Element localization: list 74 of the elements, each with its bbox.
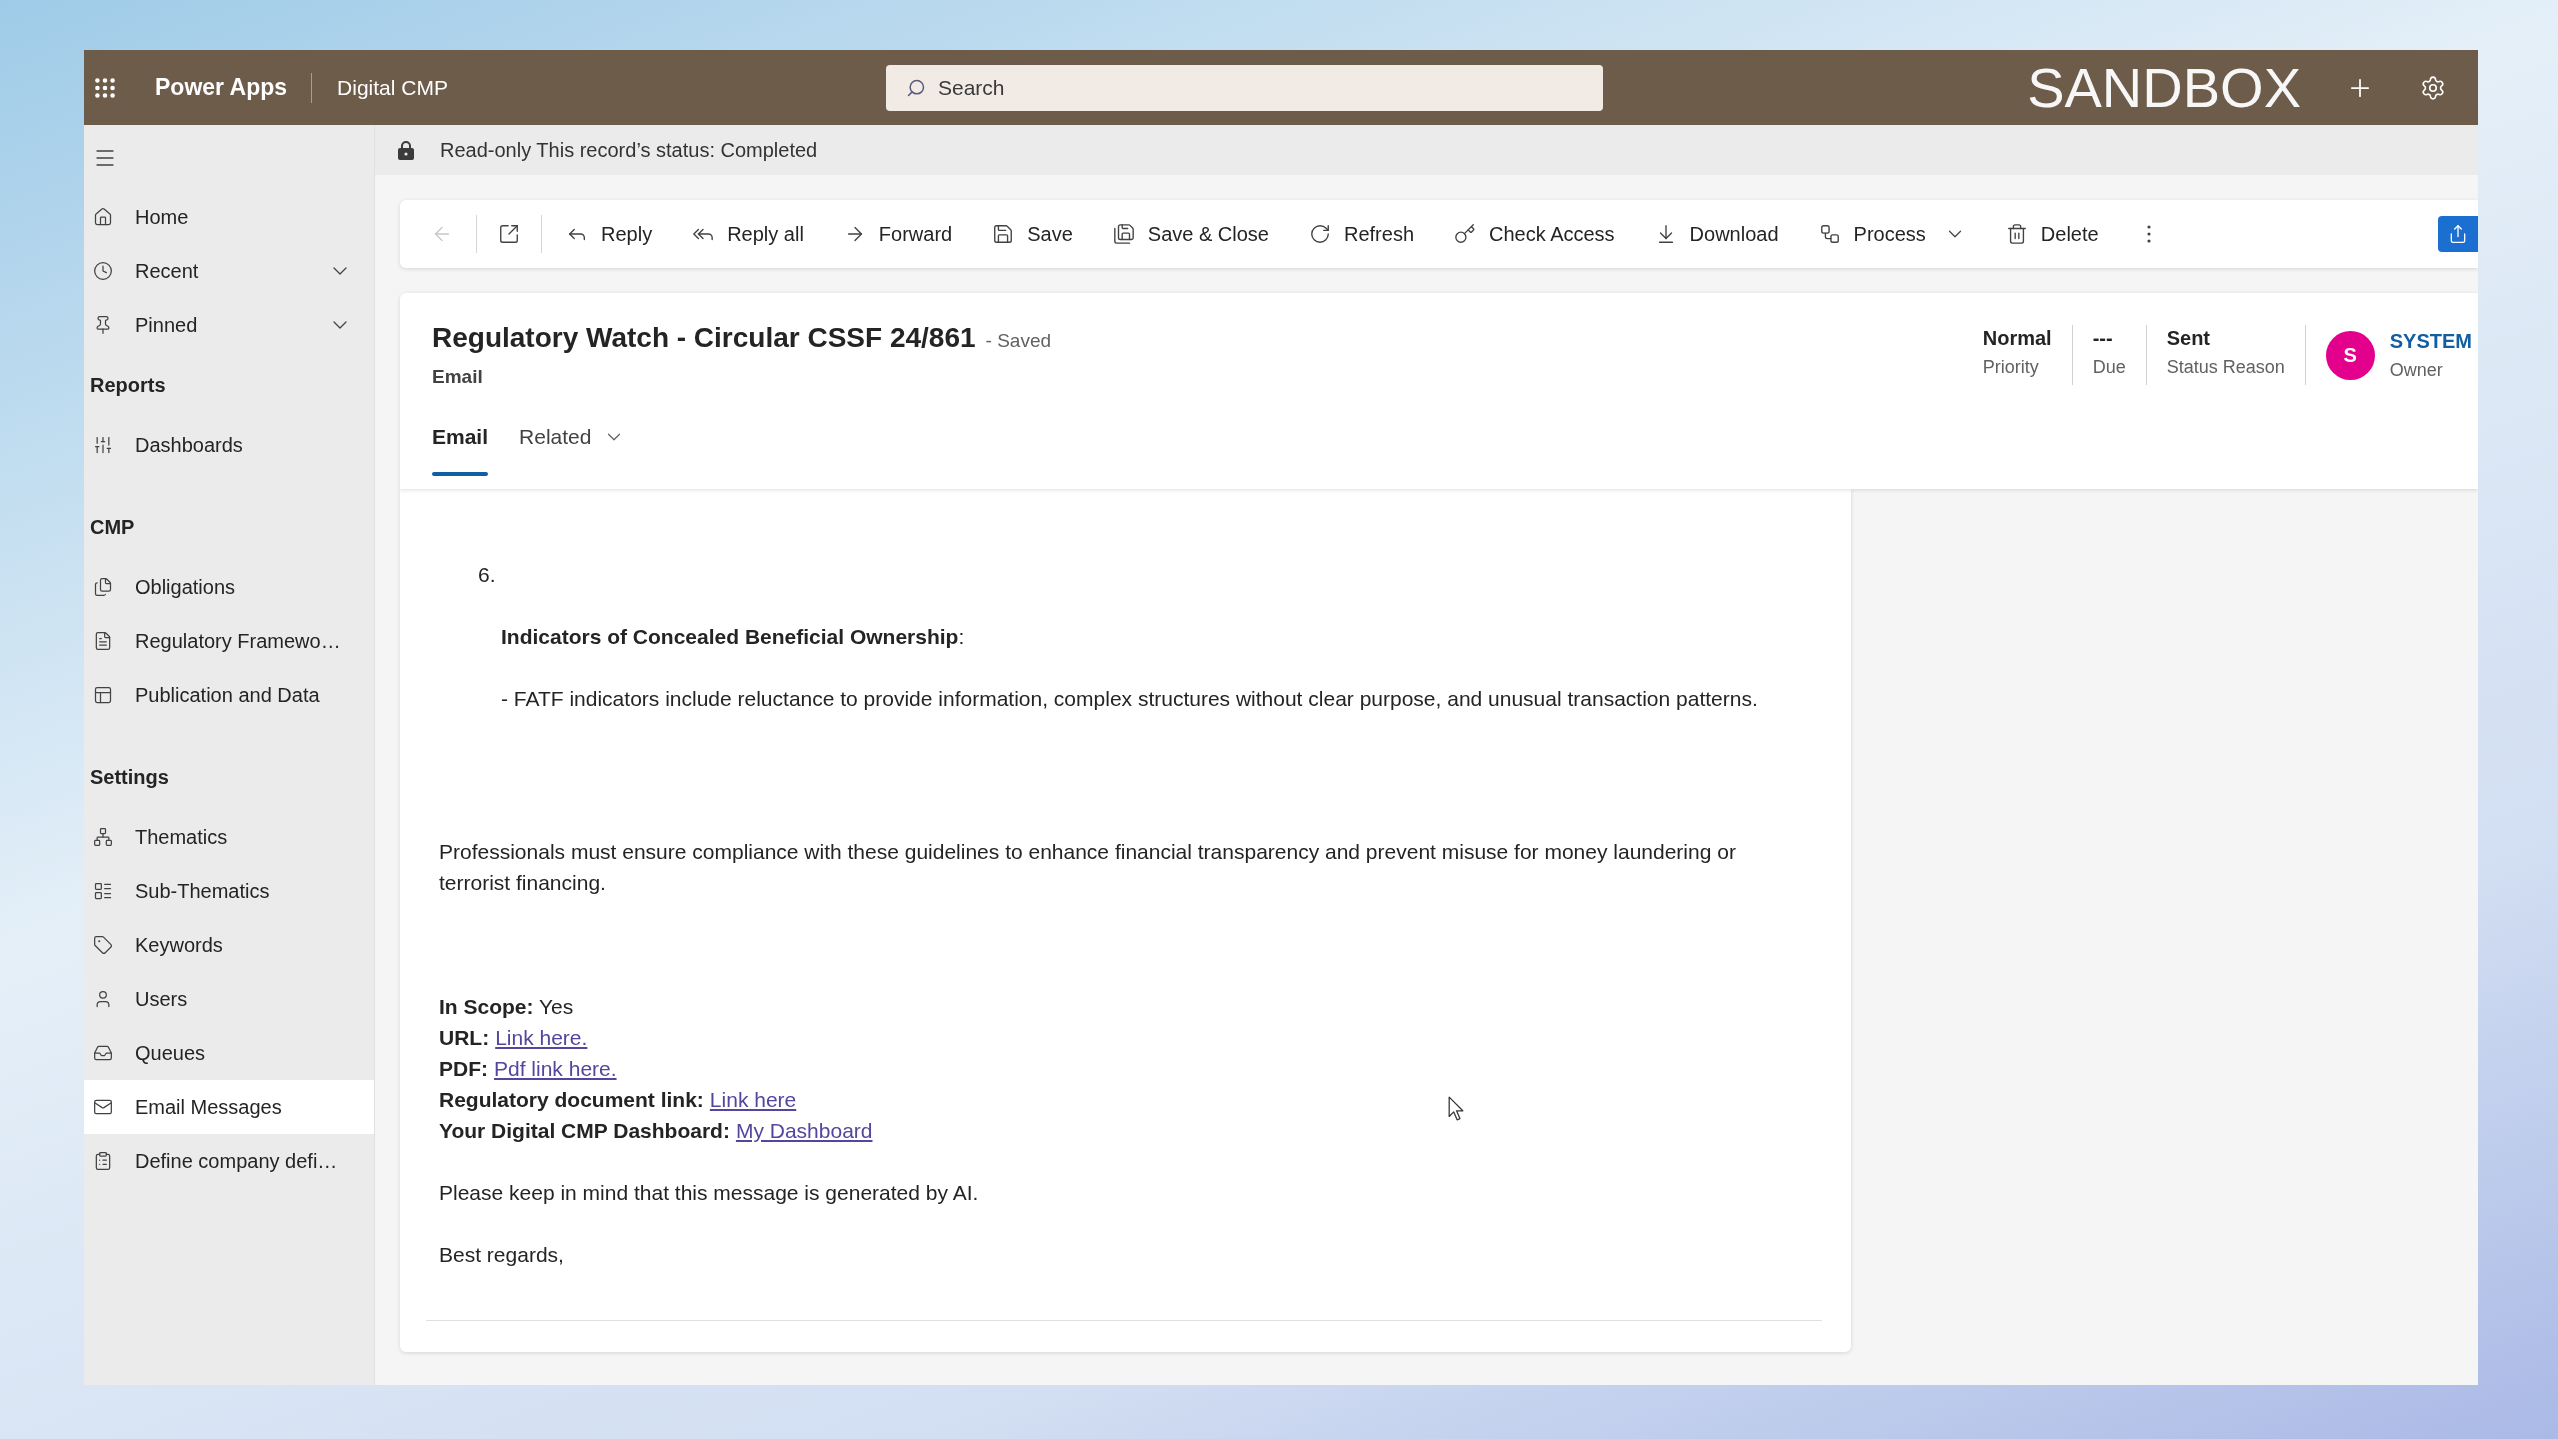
save-icon xyxy=(992,223,1015,245)
workflow-icon xyxy=(1818,223,1841,245)
house-icon xyxy=(93,207,113,227)
section-title: Settings xyxy=(90,765,169,790)
field-label: URL: xyxy=(439,1025,490,1051)
tag-icon xyxy=(93,935,113,955)
share-icon xyxy=(2448,224,2468,244)
clock-icon xyxy=(93,261,113,281)
record-tab[interactable]: Email xyxy=(432,405,489,476)
field-label: Status Reason xyxy=(2166,356,2285,379)
email-link[interactable]: Link here. xyxy=(495,1022,588,1053)
email-link[interactable]: Pdf link here. xyxy=(494,1053,617,1084)
field-value: Normal xyxy=(1982,326,2052,351)
email-link[interactable]: My Dashboard xyxy=(735,1115,873,1146)
app-name[interactable]: Power Apps xyxy=(155,70,288,105)
owner-avatar: S xyxy=(2325,330,2375,380)
clipboard-icon xyxy=(93,1151,113,1171)
trash-icon xyxy=(2005,223,2028,245)
mail-icon xyxy=(93,1097,113,1117)
vertical-ellipsis-icon xyxy=(2146,225,2151,243)
owner-link[interactable]: SYSTEM xyxy=(2389,327,2472,354)
command-button[interactable]: Reply xyxy=(546,212,673,256)
list-icon xyxy=(93,881,113,901)
command-button[interactable]: Save xyxy=(972,212,1093,256)
refresh-icon xyxy=(1308,223,1331,245)
section-title: CMP xyxy=(90,515,135,540)
settings-icon xyxy=(2420,74,2446,101)
documents-icon xyxy=(93,577,113,597)
nav-item[interactable]: Email Messages xyxy=(84,1080,374,1134)
environment-label: SANDBOX xyxy=(2027,59,2301,116)
command-button[interactable]: Forward xyxy=(823,212,973,256)
field-label: Your Digital CMP Dashboard: xyxy=(439,1118,730,1144)
field-label: PDF: xyxy=(439,1056,488,1082)
field-value: Sent xyxy=(2166,326,2211,351)
record-title: Regulatory Watch - Circular CSSF 24/861 xyxy=(432,321,976,355)
paragraph: Professionals must ensure compliance with these guidelines to enhance financial transparency and prevent misuse for money laundering or terrorist financing. xyxy=(439,839,1737,896)
document-icon xyxy=(93,631,113,651)
save-status: - Saved xyxy=(985,329,1052,353)
command-button[interactable]: Download xyxy=(1634,212,1799,256)
search-field[interactable]: Search xyxy=(886,64,1603,111)
command-button[interactable]: Delete xyxy=(1985,212,2119,256)
command-button[interactable]: Check Access xyxy=(1434,212,1635,256)
field-label: Regulatory document link: xyxy=(439,1087,704,1113)
share-button[interactable] xyxy=(2438,216,2478,252)
section-heading: Indicators of Concealed Beneficial Ownership: xyxy=(501,624,966,650)
command-button[interactable]: Refresh xyxy=(1288,212,1434,256)
field-label: Priority xyxy=(1982,356,2040,379)
field-label: Due xyxy=(2092,356,2126,379)
notification-text: Read-only This record’s status: Completed xyxy=(440,138,818,163)
hierarchy-icon xyxy=(93,827,113,847)
field-label: Owner xyxy=(2389,358,2444,382)
search-icon xyxy=(906,77,926,98)
list-number: 6. xyxy=(478,562,497,588)
paragraph: Best regards, xyxy=(439,1242,565,1268)
section-title: Reports xyxy=(90,373,166,398)
command-button[interactable]: Save & Close xyxy=(1092,212,1289,256)
app-title[interactable]: Digital CMP xyxy=(337,71,448,104)
command-button[interactable]: Process xyxy=(1798,212,1986,256)
lock-icon xyxy=(398,140,414,160)
field-value: --- xyxy=(2092,326,2114,351)
record-tab[interactable]: Related xyxy=(519,405,626,476)
record-type: Email xyxy=(432,365,484,389)
command-button[interactable]: Reply all xyxy=(672,212,824,256)
paragraph: Please keep in mind that this message is generated by AI. xyxy=(439,1180,980,1206)
email-link[interactable]: Link here xyxy=(709,1084,797,1115)
floppy-disks-icon xyxy=(1112,223,1135,245)
tray-icon xyxy=(93,1043,113,1063)
sliders-icon xyxy=(93,435,113,455)
layout-icon xyxy=(93,685,113,705)
field-line: In Scope: Yes xyxy=(439,994,575,1020)
bullet-text: - FATF indicators include reluctance to provide information, complex structures without clear purpose, and unusual transaction patterns. xyxy=(501,686,1759,712)
popout-icon xyxy=(498,223,520,245)
key-icon xyxy=(1454,223,1476,245)
mouse-pointer-icon xyxy=(1448,1096,1464,1121)
